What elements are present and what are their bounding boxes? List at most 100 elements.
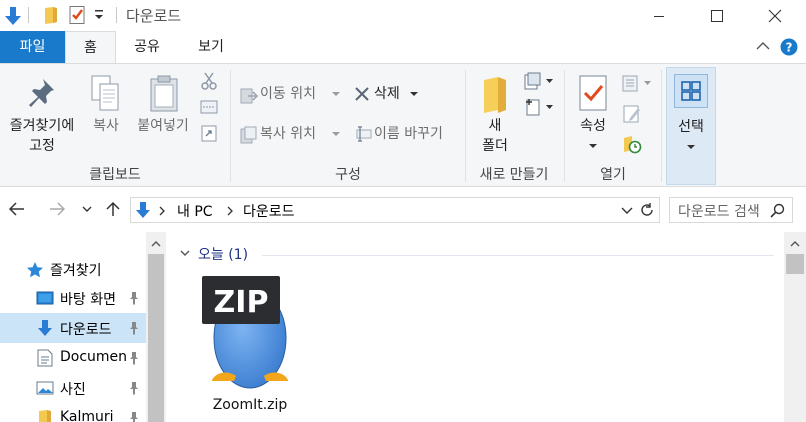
quick-access-node[interactable]: 즐겨찾기: [26, 260, 146, 282]
move-to-dropdown-icon: [332, 92, 340, 97]
new-folder-icon: [482, 76, 508, 114]
up-button[interactable]: [102, 198, 124, 220]
back-button[interactable]: [6, 198, 28, 220]
maximize-button[interactable]: [688, 0, 746, 31]
pin-icon[interactable]: [128, 291, 140, 305]
select-button[interactable]: 선택: [666, 67, 716, 185]
nav-pane-scroll-thumb[interactable]: [148, 254, 164, 422]
search-field[interactable]: 다운로드 검색: [669, 197, 793, 223]
group-clipboard-label: 클립보드: [89, 167, 141, 183]
select-label: 선택: [678, 119, 704, 135]
copy-to-icon: [240, 126, 258, 144]
properties-icon: [578, 74, 608, 112]
folder-quick-icon[interactable]: [44, 6, 58, 24]
delete-dropdown-icon: [410, 92, 418, 97]
breadcrumb-chevron-icon[interactable]: [227, 206, 233, 216]
minimize-button[interactable]: [630, 0, 688, 31]
new-folder-button[interactable]: 새 폴더: [470, 72, 520, 162]
ribbon-home-panel: 즐겨찾기에 고정 복사 붙여넣기 클립보드 이동 위치 복사 위치 삭제 이름 …: [0, 63, 806, 187]
history-icon[interactable]: [622, 134, 642, 154]
nav-item-desktop[interactable]: 바탕 화면: [0, 283, 146, 313]
close-button[interactable]: [746, 0, 804, 31]
open-icon[interactable]: [622, 74, 652, 92]
star-icon: [26, 261, 44, 279]
move-to-label: 이동 위치: [260, 86, 316, 102]
download-arrow-icon[interactable]: [4, 6, 22, 26]
breadcrumb-chevron-icon[interactable]: [159, 206, 165, 216]
paste-icon: [148, 74, 180, 114]
file-item-zoomit[interactable]: ZIP: [200, 268, 300, 416]
group-header-divider: [262, 255, 774, 256]
document-icon: [37, 349, 53, 367]
quick-access-dropdown-icon[interactable]: [94, 8, 104, 22]
copy-path-icon[interactable]: [200, 100, 218, 114]
rename-icon: [354, 126, 372, 142]
file-name-label: ZoomIt.zip: [212, 397, 288, 413]
search-placeholder: 다운로드 검색: [678, 204, 760, 220]
tab-share[interactable]: 공유: [120, 31, 174, 63]
new-item-icon[interactable]: [524, 72, 554, 90]
breadcrumb-this-pc[interactable]: 내 PC: [177, 201, 213, 221]
move-to-icon: [240, 86, 258, 104]
select-dropdown-icon: [687, 145, 695, 150]
properties-button[interactable]: 속성: [570, 72, 616, 162]
group-header-today[interactable]: 오늘 (1): [177, 244, 775, 264]
ribbon-collapse-chevron-icon[interactable]: [756, 41, 770, 51]
pin-icon[interactable]: [128, 351, 140, 365]
nav-pane-scrollbar[interactable]: [146, 232, 166, 422]
rename-button[interactable]: 이름 바꾸기: [352, 122, 460, 146]
copy-button[interactable]: 복사: [84, 72, 128, 162]
edit-icon[interactable]: [622, 104, 642, 124]
address-dropdown-icon[interactable]: [621, 207, 633, 215]
copy-to-label: 복사 위치: [260, 126, 316, 142]
content-scrollbar[interactable]: [784, 232, 806, 422]
move-to-button[interactable]: 이동 위치: [238, 82, 342, 106]
nav-item-pictures[interactable]: 사진: [0, 373, 146, 403]
nav-item-label: 다운로드: [60, 322, 112, 338]
paste-shortcut-icon[interactable]: [200, 124, 218, 142]
copy-to-button[interactable]: 복사 위치: [238, 122, 342, 146]
pin-icon[interactable]: [128, 321, 140, 335]
nav-item-downloads[interactable]: 다운로드: [0, 313, 146, 343]
refresh-icon[interactable]: [639, 202, 655, 218]
breadcrumb-downloads[interactable]: 다운로드: [243, 201, 295, 221]
paste-label: 붙여넣기: [137, 118, 189, 134]
properties-quick-icon[interactable]: [68, 5, 86, 25]
download-location-icon: [135, 201, 151, 219]
copy-to-dropdown-icon: [332, 132, 340, 137]
nav-item-kalmuri[interactable]: Kalmuri: [0, 403, 146, 422]
pin-icon[interactable]: [128, 381, 140, 395]
tab-home[interactable]: 홈: [65, 31, 116, 63]
ribbon-tab-row: 파일 홈 공유 보기 ?: [0, 31, 806, 63]
pin-to-quick-access-button[interactable]: 즐겨찾기에 고정: [4, 72, 80, 162]
up-arrow-icon: [106, 201, 120, 217]
paste-button[interactable]: 붙여넣기: [130, 72, 196, 162]
tab-file[interactable]: 파일: [0, 31, 65, 63]
scroll-up-icon[interactable]: [151, 240, 161, 247]
recent-locations-button[interactable]: [76, 198, 98, 220]
help-icon[interactable]: ?: [780, 38, 798, 56]
nav-item-label: 바탕 화면: [60, 292, 116, 308]
maximize-icon: [710, 9, 724, 23]
nav-item-documents[interactable]: Documents: [0, 343, 146, 373]
delete-x-icon: [354, 86, 370, 102]
content-scroll-thumb[interactable]: [786, 254, 804, 274]
pin-icon[interactable]: [128, 411, 140, 422]
navigation-pane: 즐겨찾기 바탕 화면 다운로드 Documents 사진: [0, 232, 166, 422]
back-arrow-icon: [9, 202, 25, 216]
tab-view[interactable]: 보기: [184, 31, 238, 63]
delete-label: 삭제: [374, 86, 400, 102]
delete-button[interactable]: 삭제: [352, 82, 424, 106]
forward-button[interactable]: [46, 198, 68, 220]
properties-label: 속성: [580, 118, 606, 134]
minimize-icon: [653, 10, 665, 22]
pin-label-line1: 즐겨찾기에: [9, 118, 75, 134]
scroll-up-icon[interactable]: [790, 240, 800, 247]
group-new-label: 새로 만들기: [479, 167, 549, 183]
address-bar[interactable]: 내 PC 다운로드: [130, 197, 660, 223]
zip-badge-text: ZIP: [214, 285, 269, 320]
cut-icon[interactable]: [200, 72, 218, 90]
collapse-chevron-icon: [180, 250, 190, 257]
chevron-down-icon: [82, 205, 92, 213]
easy-access-icon[interactable]: [524, 98, 554, 116]
